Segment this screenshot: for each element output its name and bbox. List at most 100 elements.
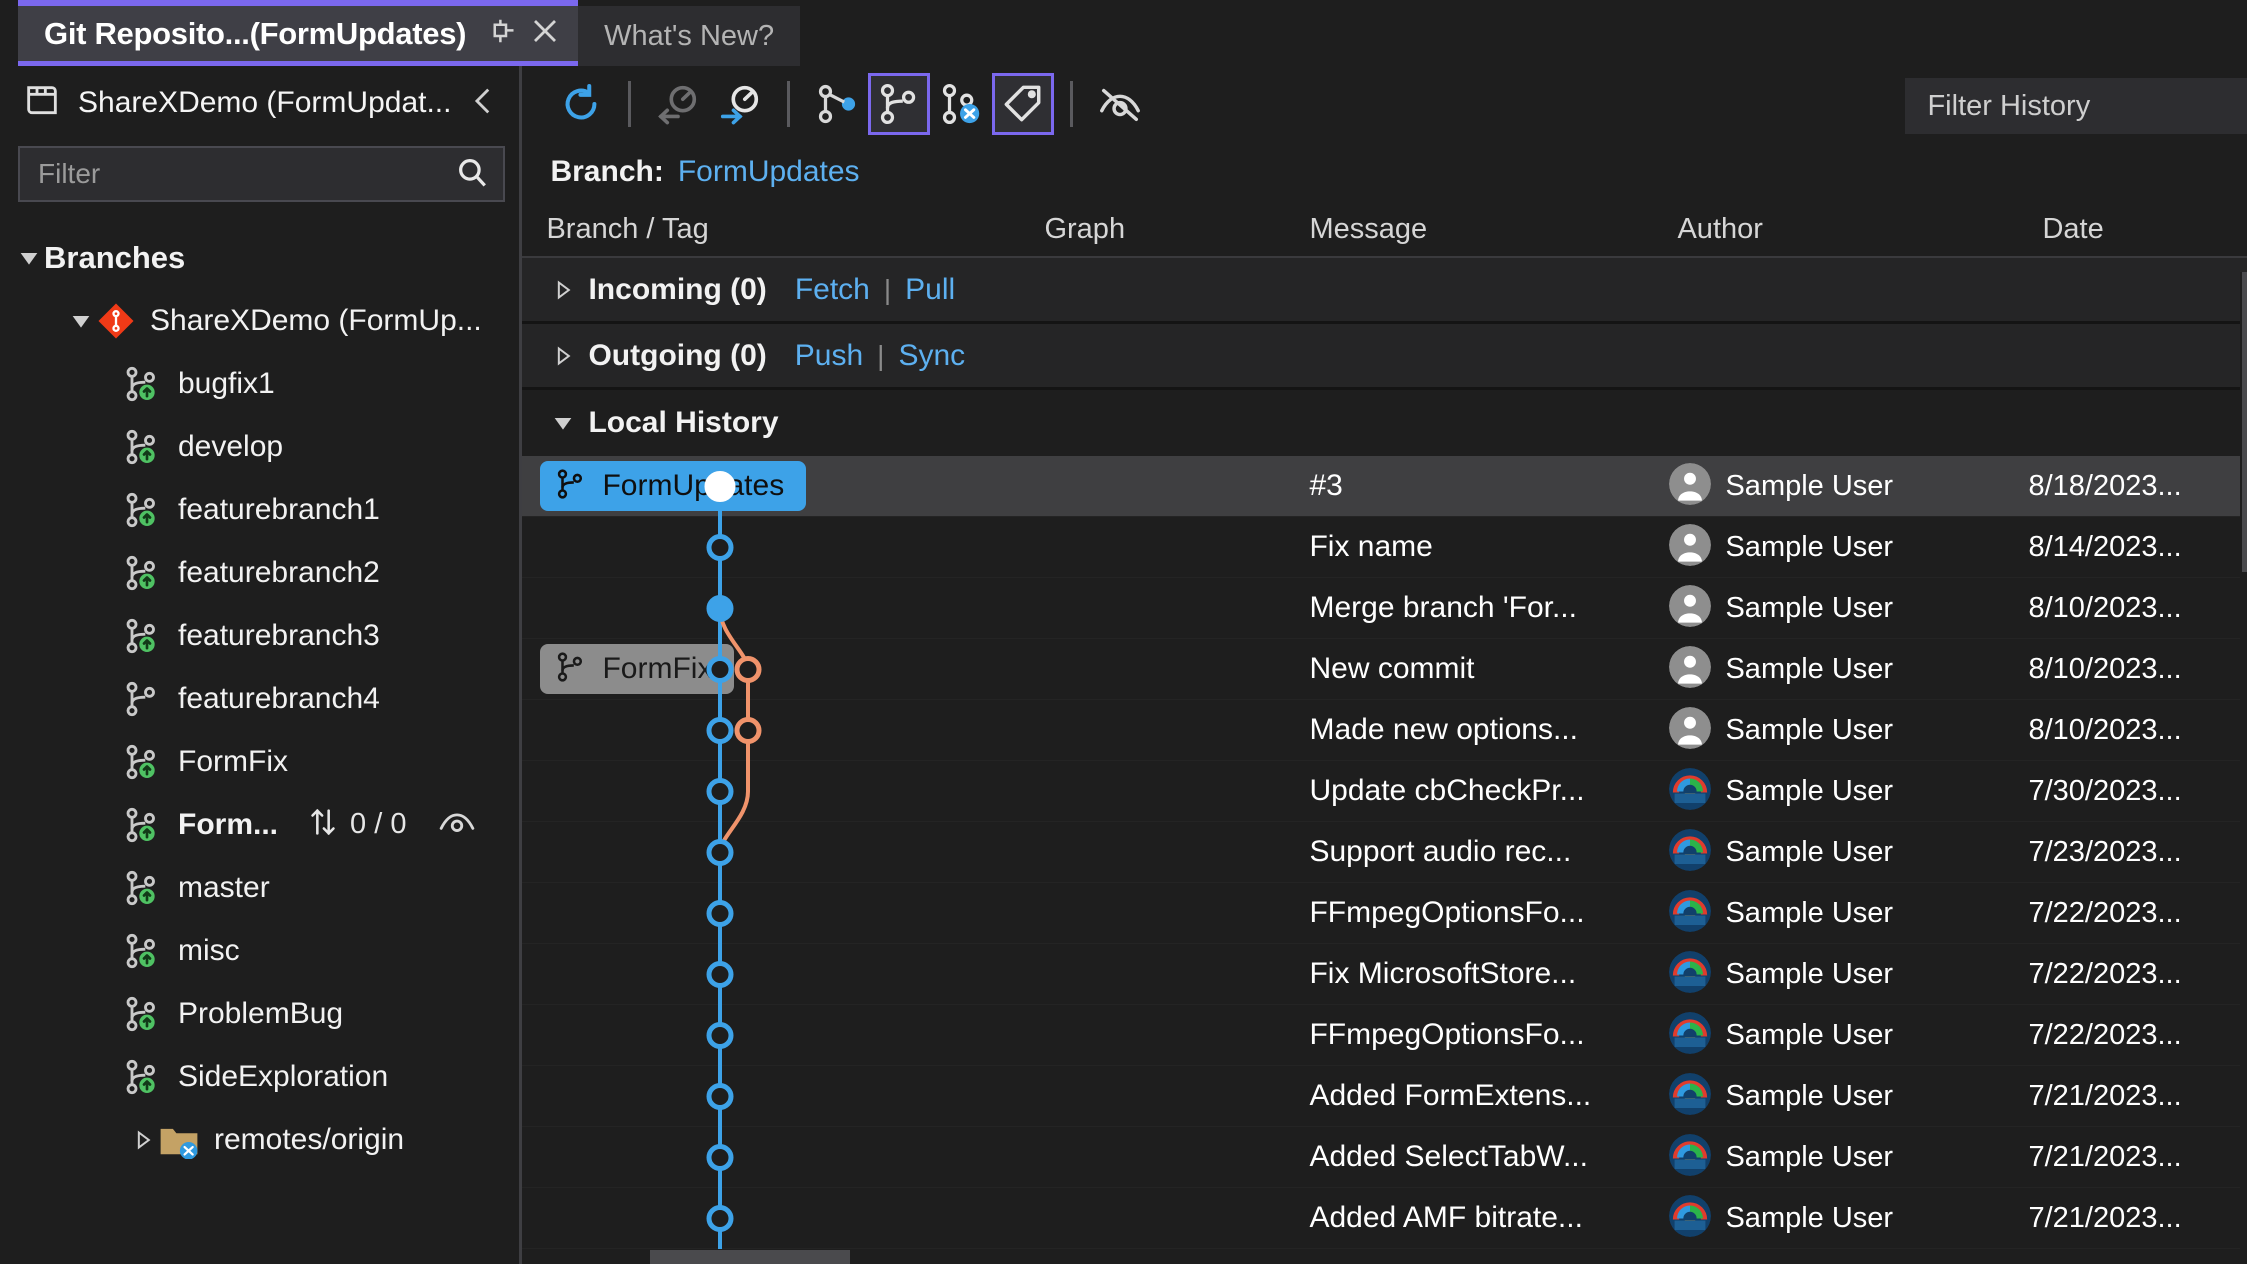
commit-row[interactable]: Added FormExtens... Sample User 7/21/2023.… [522, 1066, 2247, 1127]
hide-eye-off-icon[interactable] [1089, 73, 1151, 135]
chevron-expanded-icon[interactable] [546, 413, 580, 433]
branch-icon [122, 553, 162, 593]
branch-label: Branch: [550, 155, 664, 188]
local-branches-icon[interactable] [868, 73, 931, 135]
commit-author-name: Sample User [1725, 1018, 1894, 1051]
commit-date: 7/21/2023... [2028, 1201, 2182, 1234]
git-repo-diamond-icon [96, 301, 136, 341]
pin-icon[interactable] [486, 16, 516, 51]
column-header-author[interactable]: Author [1653, 213, 2018, 246]
git-repository-window: Git Reposito...(FormUpdates) What's New? [0, 0, 2247, 1264]
remote-branches-icon[interactable] [930, 73, 992, 135]
tree-node-remotes-origin[interactable]: remotes/origin [0, 1108, 519, 1171]
horizontal-scrollbar[interactable] [650, 1250, 850, 1264]
commit-row[interactable]: Fix name Sample User 8/14/2023... [522, 517, 2247, 578]
group-incoming[interactable]: Incoming (0) Fetch | Pull [522, 258, 2247, 324]
branch-icon [122, 868, 162, 908]
sidebar-branch-problembug[interactable]: ProblemBug [0, 982, 519, 1045]
group-label: Incoming (0) [588, 272, 767, 306]
branch-value[interactable]: FormUpdates [678, 155, 860, 189]
group-local-history[interactable]: Local History [522, 390, 2247, 456]
commit-author-cell: Sample User [1653, 1194, 2018, 1242]
link-divider: | [883, 273, 892, 305]
chevron-expanded-icon[interactable] [14, 248, 44, 268]
commit-date: 8/10/2023... [2028, 713, 2182, 746]
chevron-collapsed-icon[interactable] [128, 1130, 158, 1150]
sidebar-branch-form[interactable]: Form... 0 / 0 [0, 793, 519, 856]
filter-input[interactable]: Filter [18, 146, 506, 202]
vertical-scrollbar[interactable] [2240, 272, 2247, 1264]
commit-row[interactable]: Added AMF bitrate... Sample User 7/21/2023… [522, 1188, 2247, 1249]
column-header-date[interactable]: Date [2018, 213, 2247, 246]
commit-author-cell: Sample User [1653, 950, 2018, 998]
sidebar-branch-misc[interactable]: misc [0, 919, 519, 982]
commit-row[interactable]: Update cbCheckPr... Sample User 7/30/2023.… [522, 761, 2247, 822]
history-column-headers: Branch / Tag Graph Message Author Date [522, 202, 2247, 258]
column-header-graph[interactable]: Graph [990, 213, 1285, 246]
up-down-arrows-icon [306, 805, 340, 844]
branch-chip[interactable]: FormUpdates [540, 461, 807, 511]
scrollbar-thumb[interactable] [2242, 272, 2247, 572]
fetch-link[interactable]: Fetch [795, 273, 870, 307]
sidebar-branch-featurebranch2[interactable]: featurebranch2 [0, 541, 519, 604]
window-body: ShareXDemo (FormUpdat... Filter Branches… [0, 66, 2247, 1264]
tree-node-branches[interactable]: Branches [0, 226, 519, 289]
sidebar-branch-master[interactable]: master [0, 856, 519, 919]
branch-icon [122, 994, 162, 1034]
commit-row[interactable]: Support audio rec... Sample User 7/23/2023… [522, 822, 2247, 883]
group-label: Outgoing (0) [588, 338, 767, 372]
commit-row[interactable]: FormFix New commit Sample User 8/10/2023... [522, 639, 2247, 700]
commit-author-name: Sample User [1725, 774, 1894, 807]
column-header-message[interactable]: Message [1285, 213, 1653, 246]
push-link[interactable]: Push [795, 339, 863, 373]
sidebar-branch-develop[interactable]: develop [0, 415, 519, 478]
branch-icon [122, 805, 162, 845]
sidebar-branch-featurebranch1[interactable]: featurebranch1 [0, 478, 519, 541]
column-header-branch-tag[interactable]: Branch / Tag [522, 213, 990, 246]
sidebar-branch-featurebranch4[interactable]: featurebranch4 [0, 667, 519, 730]
ahead-behind-count: 0 / 0 [350, 808, 407, 840]
commit-author-cell: Sample User [1653, 462, 2018, 510]
chevron-left-icon[interactable] [467, 84, 501, 123]
commit-row[interactable]: Made new options... Sample User 8/10/2023.… [522, 700, 2247, 761]
branch-icon [122, 616, 162, 656]
fetch-icon[interactable] [647, 73, 709, 135]
commit-author-name: Sample User [1725, 957, 1894, 990]
commit-author-name: Sample User [1725, 1201, 1894, 1234]
commit-row[interactable]: Fix MicrosoftStore... Sample User 7/22/202… [522, 944, 2247, 1005]
commit-row[interactable]: Merge branch 'For... Sample User 8/10/2023… [522, 578, 2247, 639]
tree-node-repo[interactable]: ShareXDemo (FormUp... [0, 289, 519, 352]
sidebar-branch-formfix[interactable]: FormFix [0, 730, 519, 793]
tags-icon[interactable] [992, 73, 1055, 135]
avatar [1669, 1072, 1712, 1120]
commit-row[interactable]: FFmpegOptionsFo... Sample User 7/22/2023..… [522, 1005, 2247, 1066]
chevron-expanded-icon[interactable] [66, 311, 96, 331]
pull-icon[interactable] [709, 73, 771, 135]
refresh-icon[interactable] [550, 73, 612, 135]
commit-row[interactable]: FormUpdates #3 Sample User 8/18/2023... [522, 456, 2247, 517]
branch-list: bugfix1 develop featurebranch1 featurebranc… [0, 352, 519, 1108]
commit-date: 7/22/2023... [2028, 896, 2182, 929]
chevron-collapsed-icon[interactable] [546, 280, 580, 300]
branch-chip[interactable]: FormFix [540, 644, 735, 694]
commit-row[interactable]: Added SelectTabW... Sample User 7/21/2023.… [522, 1127, 2247, 1188]
close-icon[interactable] [530, 16, 560, 51]
tab-whats-new[interactable]: What's New? [578, 6, 801, 66]
tab-git-repository[interactable]: Git Reposito...(FormUpdates) [18, 0, 579, 66]
sync-link[interactable]: Sync [898, 339, 965, 373]
filter-history-input[interactable]: Filter History [1905, 78, 2247, 134]
search-icon[interactable] [455, 155, 489, 194]
current-branch-line: Branch: FormUpdates [522, 142, 2247, 202]
sidebar-branch-bugfix1[interactable]: bugfix1 [0, 352, 519, 415]
sidebar-branch-featurebranch3[interactable]: featurebranch3 [0, 604, 519, 667]
branch-graph-icon[interactable] [806, 73, 868, 135]
chevron-collapsed-icon[interactable] [546, 346, 580, 366]
group-outgoing[interactable]: Outgoing (0) Push | Sync [522, 324, 2247, 390]
pull-link[interactable]: Pull [905, 273, 955, 307]
branch-label: featurebranch4 [178, 681, 380, 715]
commit-date: 8/18/2023... [2028, 469, 2182, 502]
sidebar-branch-sideexploration[interactable]: SideExploration [0, 1045, 519, 1108]
eye-icon[interactable] [416, 805, 476, 844]
commit-author-name: Sample User [1725, 1079, 1894, 1112]
commit-row[interactable]: FFmpegOptionsFo... Sample User 7/22/2023..… [522, 883, 2247, 944]
